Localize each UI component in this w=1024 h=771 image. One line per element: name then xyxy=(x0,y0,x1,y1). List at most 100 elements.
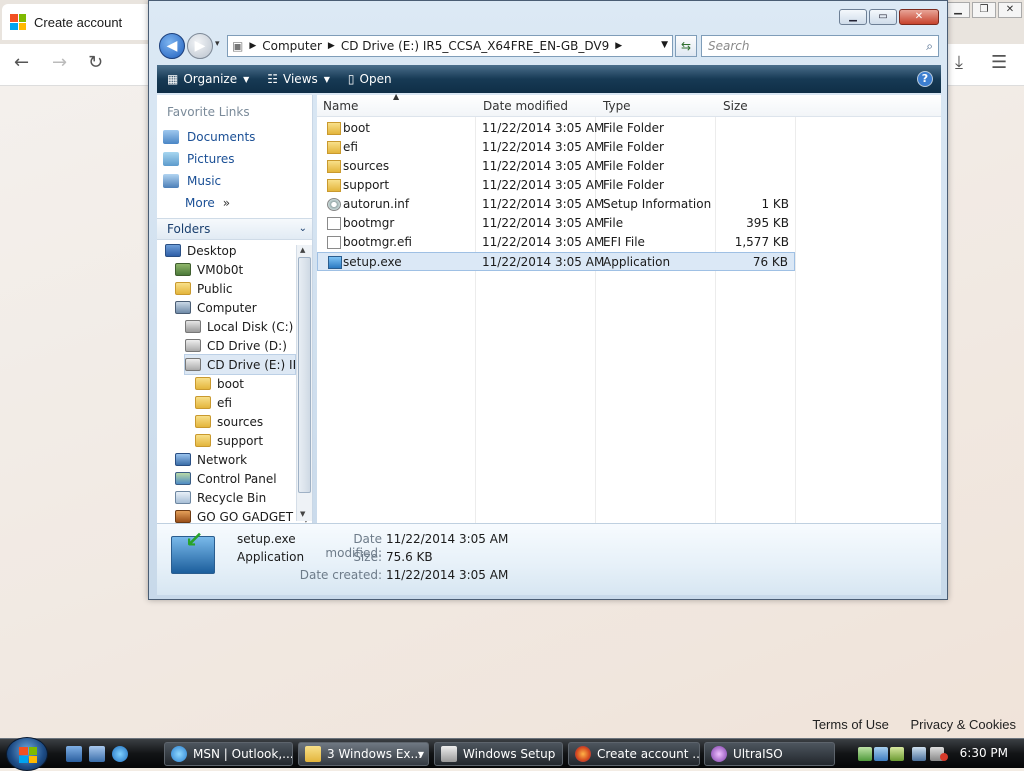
tree-scrollbar[interactable]: ▲ ▼ xyxy=(296,245,312,521)
column-header-size[interactable]: Size xyxy=(723,99,748,113)
file-type: File Folder xyxy=(603,140,664,154)
menu-icon[interactable]: ☰ xyxy=(991,52,1007,73)
taskbar-button-windows-explorer[interactable]: 3 Windows Ex... ▼ xyxy=(298,742,429,766)
folder-icon xyxy=(195,434,211,447)
search-icon[interactable]: ⌕ xyxy=(926,36,933,56)
breadcrumb-cd-drive[interactable]: CD Drive (E:) IR5_CCSA_X64FRE_EN-GB_DV9 xyxy=(341,39,609,53)
organize-button[interactable]: ▦ Organize ▼ xyxy=(167,72,249,86)
taskbar-button-ultraiso[interactable]: UltraISO xyxy=(704,742,835,766)
chevron-down-icon: ▼ xyxy=(323,74,330,84)
views-icon: ☷ xyxy=(267,72,279,86)
back-icon[interactable]: ← xyxy=(14,52,29,73)
favorite-link-documents[interactable]: Documents xyxy=(163,127,255,147)
tree-item-user[interactable]: VM0b0t xyxy=(175,260,243,279)
help-icon[interactable]: ? xyxy=(917,71,933,87)
tree-item-network[interactable]: Network xyxy=(175,450,247,469)
breadcrumb-computer[interactable]: Computer xyxy=(262,39,322,53)
forward-icon[interactable]: → xyxy=(52,52,67,73)
mute-indicator-icon xyxy=(940,753,948,761)
chevron-down-icon[interactable]: ⌄ xyxy=(299,219,307,239)
clock[interactable]: 6:30 PM xyxy=(960,746,1008,760)
folders-header[interactable]: Folders ⌄ xyxy=(157,218,312,240)
chevron-right-icon[interactable]: ▶ xyxy=(615,41,622,51)
file-row[interactable]: boot 11/22/2014 3:05 AM File Folder xyxy=(317,119,795,138)
tree-item-computer[interactable]: Computer xyxy=(175,298,257,317)
tree-item-cd-drive-e[interactable]: CD Drive (E:) IR5_ xyxy=(184,354,312,375)
column-header-date-modified[interactable]: Date modified xyxy=(483,99,568,113)
taskbar-button-windows-setup[interactable]: Windows Setup xyxy=(434,742,563,766)
favorite-link-pictures[interactable]: Pictures xyxy=(163,149,235,169)
back-button[interactable]: ◀ xyxy=(159,33,185,59)
refresh-icon[interactable]: ↻ xyxy=(88,52,103,73)
firefox-icon xyxy=(575,746,591,762)
download-icon[interactable]: ⤓ xyxy=(955,52,963,73)
tray-app-icon[interactable] xyxy=(874,747,888,761)
tree-item-gadget[interactable]: GO GO GADGET R/ xyxy=(175,507,309,523)
column-header-name[interactable]: Name xyxy=(323,99,358,113)
forward-button[interactable]: ▶ xyxy=(187,33,213,59)
address-dropdown-icon[interactable]: ▼ xyxy=(661,40,668,50)
browser-minimize-button[interactable]: ▁ xyxy=(946,2,970,18)
tree-item-boot[interactable]: boot xyxy=(195,374,244,393)
privacy-cookies-link[interactable]: Privacy & Cookies xyxy=(911,717,1016,732)
scrollbar-thumb[interactable] xyxy=(298,257,311,493)
views-button[interactable]: ☷ Views ▼ xyxy=(267,72,330,86)
taskbar-button-msn-outlook[interactable]: MSN | Outlook,... xyxy=(164,742,293,766)
browser-maximize-button[interactable]: ❐ xyxy=(972,2,996,18)
file-size: 1,577 KB xyxy=(734,235,789,249)
browser-close-button[interactable]: ✕ xyxy=(998,2,1022,18)
tree-item-cd-drive-d[interactable]: CD Drive (D:) xyxy=(185,336,287,355)
network-status-icon[interactable] xyxy=(912,747,926,761)
column-header-type[interactable]: Type xyxy=(603,99,631,113)
favorite-link-more[interactable]: More » xyxy=(185,193,230,213)
tree-item-support[interactable]: support xyxy=(195,431,263,450)
file-type: Application xyxy=(603,255,671,269)
browser-tab[interactable]: Create account xyxy=(2,4,152,40)
file-row[interactable]: autorun.inf 11/22/2014 3:05 AM Setup Inf… xyxy=(317,195,795,214)
tray-app-icon[interactable] xyxy=(858,747,872,761)
minimize-button[interactable]: ▁ xyxy=(839,9,867,25)
tree-item-sources[interactable]: sources xyxy=(195,412,263,431)
tree-item-recycle-bin[interactable]: Recycle Bin xyxy=(175,488,266,507)
tree-item-control-panel[interactable]: Control Panel xyxy=(175,469,277,488)
file-type: File xyxy=(603,216,624,230)
internet-explorer-icon[interactable] xyxy=(112,746,128,762)
pictures-icon xyxy=(163,152,179,166)
chevron-right-icon[interactable]: ▶ xyxy=(249,41,256,51)
close-button[interactable]: ✕ xyxy=(899,9,939,25)
recent-pages-dropdown[interactable]: ▾ xyxy=(215,39,220,49)
chevron-right-icon[interactable]: ▶ xyxy=(328,41,335,51)
tree-item-efi[interactable]: efi xyxy=(195,393,232,412)
file-row[interactable]: efi 11/22/2014 3:05 AM File Folder xyxy=(317,138,795,157)
taskbar-button-label: Create account ... xyxy=(597,747,700,761)
favorite-link-music[interactable]: Music xyxy=(163,171,221,191)
details-file-kind: Application xyxy=(237,550,305,564)
taskbar: MSN | Outlook,... 3 Windows Ex... ▼ Windo… xyxy=(0,737,1024,771)
tree-item-label: Desktop xyxy=(187,243,237,258)
tree-item-local-disk[interactable]: Local Disk (C:) xyxy=(185,317,293,336)
search-input[interactable]: Search ⌕ xyxy=(701,35,939,57)
maximize-button[interactable]: ▭ xyxy=(869,9,897,25)
file-type: EFI File xyxy=(603,235,645,249)
file-row-selected[interactable]: setup.exe 11/22/2014 3:05 AM Application… xyxy=(317,252,795,271)
tree-item-public[interactable]: Public xyxy=(175,279,233,298)
file-row[interactable]: bootmgr.efi 11/22/2014 3:05 AM EFI File … xyxy=(317,233,795,252)
terms-of-use-link[interactable]: Terms of Use xyxy=(812,717,889,732)
browser-window-controls: ▁ ❐ ✕ xyxy=(946,2,1022,18)
file-row[interactable]: bootmgr 11/22/2014 3:05 AM File 395 KB xyxy=(317,214,795,233)
explorer-window: ▁ ▭ ✕ ◀ ▶ ▾ ▣ ▶ Computer ▶ CD Drive (E:)… xyxy=(148,0,948,600)
scroll-down-icon[interactable]: ▼ xyxy=(300,510,305,518)
show-desktop-icon[interactable] xyxy=(66,746,82,762)
start-button[interactable] xyxy=(6,737,48,771)
taskbar-button-create-account[interactable]: Create account ... xyxy=(568,742,700,766)
refresh-button[interactable]: ⇆ xyxy=(675,35,697,57)
scroll-up-icon[interactable]: ▲ xyxy=(300,246,305,254)
tree-item-desktop[interactable]: Desktop xyxy=(165,241,237,260)
microsoft-logo-icon xyxy=(10,14,26,30)
address-bar[interactable]: ▣ ▶ Computer ▶ CD Drive (E:) IR5_CCSA_X6… xyxy=(227,35,673,57)
file-row[interactable]: sources 11/22/2014 3:05 AM File Folder xyxy=(317,157,795,176)
open-button[interactable]: ▯ Open xyxy=(348,72,392,86)
tray-app-icon[interactable] xyxy=(890,747,904,761)
file-row[interactable]: support 11/22/2014 3:05 AM File Folder xyxy=(317,176,795,195)
switch-windows-icon[interactable] xyxy=(89,746,105,762)
